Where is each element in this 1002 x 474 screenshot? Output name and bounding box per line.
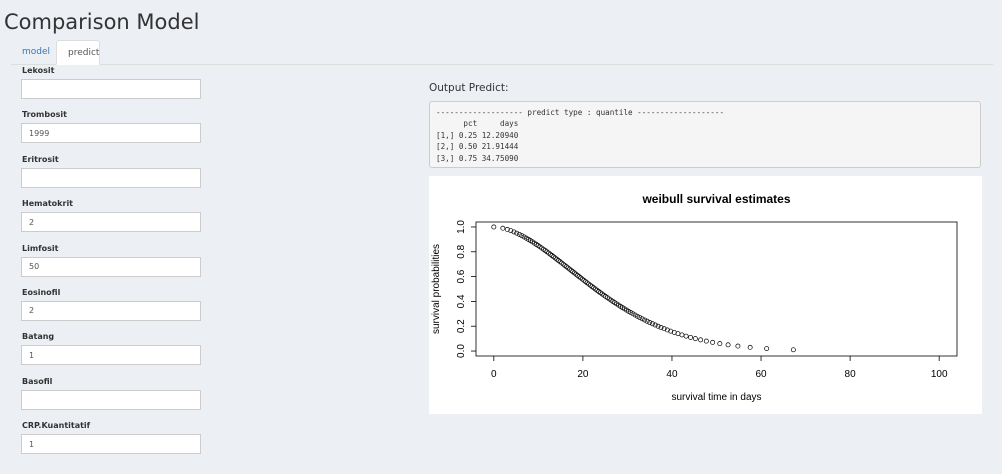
x-tick-label: 40 xyxy=(666,369,678,380)
trombosit-label: Trombosit xyxy=(22,110,67,120)
field-crp-kuantitatif: CRP.Kuantitatif xyxy=(21,421,203,465)
page-title: Comparison Model xyxy=(4,10,200,34)
limfosit-input[interactable] xyxy=(21,256,201,277)
data-point xyxy=(725,342,731,348)
x-tick-label: 0 xyxy=(491,369,497,380)
data-point xyxy=(642,317,648,323)
data-point xyxy=(683,333,689,339)
hematokrit-input[interactable] xyxy=(21,212,201,233)
y-tick-label: 0.4 xyxy=(456,294,467,308)
field-eritrosit: Eritrosit xyxy=(21,155,203,199)
tab-model[interactable]: model xyxy=(11,40,56,64)
limfosit-label: Limfosit xyxy=(22,243,59,253)
basofil-label: Basofil xyxy=(22,376,53,386)
batang-label: Batang xyxy=(22,332,55,342)
data-point xyxy=(679,332,685,338)
field-basofil: Basofil xyxy=(21,377,203,421)
data-point xyxy=(747,344,753,350)
data-point xyxy=(647,320,653,325)
y-tick-label: 1.0 xyxy=(456,220,467,234)
tab-predict[interactable]: predict xyxy=(56,40,100,65)
y-axis-label: survival probabilities xyxy=(431,244,442,334)
y-tick-label: 0.8 xyxy=(456,244,467,258)
data-point xyxy=(735,343,741,349)
field-eosinofil: Eosinofil xyxy=(21,288,203,332)
crp-kuantitatif-label: CRP.Kuantitatif xyxy=(22,421,91,431)
x-axis-label: survival time in days xyxy=(671,392,761,403)
hematokrit-label: Hematokrit xyxy=(22,199,74,209)
crp-kuantitatif-input[interactable] xyxy=(21,434,201,455)
field-batang: Batang xyxy=(21,332,203,376)
basofil-input[interactable] xyxy=(21,389,201,410)
y-tick-label: 0.6 xyxy=(456,269,467,283)
data-point xyxy=(692,336,698,342)
lekosit-label: Lekosit xyxy=(22,66,55,75)
plot-frame xyxy=(475,221,958,357)
y-tick-label: 0.2 xyxy=(456,319,467,333)
chart-title: weibull survival estimates xyxy=(641,192,790,206)
data-point xyxy=(790,347,796,353)
x-tick-label: 80 xyxy=(845,369,857,380)
x-tick-label: 20 xyxy=(577,369,589,380)
output-console: ------------------- predict type : quant… xyxy=(429,101,981,168)
field-lekosit: Lekosit xyxy=(21,66,203,110)
x-tick-label: 100 xyxy=(931,369,948,380)
eosinofil-input[interactable] xyxy=(21,300,201,321)
data-point xyxy=(500,225,506,231)
data-point xyxy=(703,338,709,344)
y-tick-label: 0.0 xyxy=(456,344,467,358)
x-tick-label: 60 xyxy=(755,369,767,380)
field-limfosit: Limfosit xyxy=(21,244,203,288)
eosinofil-label: Eosinofil xyxy=(22,287,61,297)
field-hematokrit: Hematokrit xyxy=(21,199,203,243)
tab-bar: model predict xyxy=(11,40,993,65)
lekosit-input[interactable] xyxy=(21,79,201,99)
data-point xyxy=(675,331,681,337)
input-form: Lekosit Trombosit Eritrosit Hematokrit L… xyxy=(21,66,203,466)
survival-plot: weibull survival estimates 0 20 40 60 80 100 0.… xyxy=(429,176,982,414)
field-trombosit: Trombosit xyxy=(21,110,203,154)
eritrosit-label: Eritrosit xyxy=(22,154,59,164)
trombosit-input[interactable] xyxy=(21,123,201,144)
data-point xyxy=(644,318,650,324)
data-point xyxy=(710,339,716,345)
eritrosit-input[interactable] xyxy=(21,167,201,188)
data-point xyxy=(688,334,694,340)
output-label: Output Predict: xyxy=(429,82,509,94)
survival-chart: weibull survival estimates 0 20 40 60 80 100 0.… xyxy=(431,192,958,403)
data-point xyxy=(698,337,704,343)
data-point xyxy=(717,341,723,347)
data-point xyxy=(491,224,497,230)
batang-input[interactable] xyxy=(21,345,201,366)
data-point xyxy=(764,346,770,352)
